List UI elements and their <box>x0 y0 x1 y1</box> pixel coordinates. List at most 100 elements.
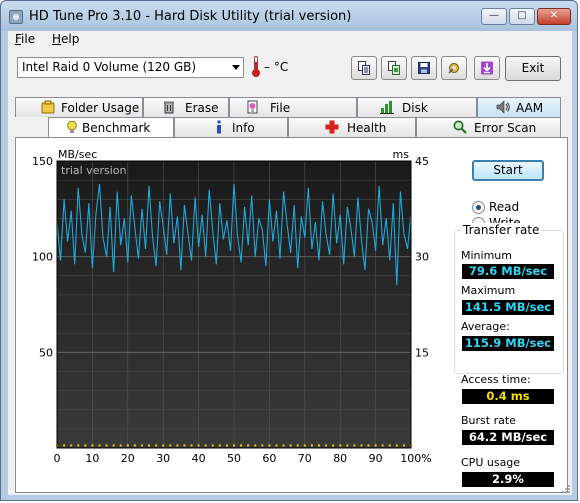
x-tick-label: 60 <box>262 452 276 465</box>
access-time-point <box>261 444 264 447</box>
access-time-point <box>360 444 363 447</box>
save-button[interactable] <box>411 56 437 80</box>
download-arrow-icon <box>481 61 493 75</box>
access-time-point <box>296 444 299 447</box>
access-time-point <box>77 444 80 447</box>
access-time-point <box>133 444 136 447</box>
access-time-point <box>105 444 108 447</box>
trash-icon <box>164 101 174 114</box>
health-cross-icon <box>325 120 339 134</box>
access-time-point <box>112 444 115 447</box>
access-time-point <box>268 444 271 447</box>
access-time-point <box>98 444 101 447</box>
access-time-point <box>402 444 405 447</box>
menu-help-label: elp <box>61 32 80 46</box>
tab-label: AAM <box>516 101 544 115</box>
tab-label: Erase <box>185 101 219 115</box>
hdtune-app-icon <box>9 10 23 24</box>
access-time-value: 0.4 ms <box>462 389 554 404</box>
access-time-point <box>339 444 342 447</box>
read-radio[interactable] <box>472 201 485 214</box>
access-time-point <box>183 444 186 447</box>
exit-button[interactable]: Exit <box>505 56 561 81</box>
minimize-button[interactable]: — <box>481 8 507 25</box>
average-label: Average: <box>461 320 510 333</box>
access-time-point <box>225 444 228 447</box>
copy-info-button[interactable] <box>351 56 377 80</box>
app-window: HD Tune Pro 3.10 - Hard Disk Utility (tr… <box>0 0 578 501</box>
access-time-point <box>84 444 87 447</box>
resize-grip-icon[interactable] <box>561 484 571 494</box>
y2-tick-label: 45 <box>415 155 429 168</box>
cpu-usage-label: CPU usage <box>461 456 521 469</box>
copy-screenshot-button[interactable] <box>381 56 407 80</box>
menu-help-accel: H <box>52 32 62 46</box>
x-tick-label: 90 <box>369 452 383 465</box>
access-time-point <box>119 444 122 447</box>
x-tick-label: 40 <box>192 452 206 465</box>
info-icon <box>217 120 221 134</box>
read-label: Read <box>489 200 520 214</box>
access-time-point <box>374 444 377 447</box>
thermometer-icon <box>252 56 260 78</box>
access-time-point <box>332 444 335 447</box>
tab-label: Benchmark <box>82 121 151 135</box>
benchmark-chart: 0 10 20 30 40 50 60 70 80 90 100% 150 100 50 45 30 15 MB/… <box>32 148 432 465</box>
options-button[interactable] <box>441 56 467 80</box>
access-time-point <box>218 444 221 447</box>
y-tick-label: 50 <box>39 346 53 359</box>
menu-file-label: ile <box>21 32 36 46</box>
drive-select[interactable]: Intel Raid 0 Volume (120 GB) <box>17 57 244 78</box>
tab-info[interactable]: Info <box>174 117 288 137</box>
minimum-label: Minimum <box>461 249 512 262</box>
start-button[interactable]: Start <box>472 160 544 181</box>
trial-watermark: trial version <box>61 164 127 177</box>
access-time-point <box>91 444 94 447</box>
access-time-label: Access time: <box>461 373 531 386</box>
y2-tick-label: 30 <box>415 251 429 264</box>
access-time-point <box>317 444 320 447</box>
access-time-point <box>346 444 349 447</box>
access-time-point <box>367 444 370 447</box>
minimum-value: 79.6 MB/sec <box>462 264 554 279</box>
temperature-readout: – °C <box>264 60 289 74</box>
access-time-point <box>155 444 158 447</box>
tab-disk-monitor[interactable]: Disk monitor <box>357 97 477 133</box>
magnifier-icon <box>453 120 467 134</box>
maximize-button[interactable]: □ <box>509 8 535 25</box>
y-tick-label: 150 <box>32 155 53 168</box>
tab-label: Info <box>232 121 255 135</box>
close-button[interactable]: ✕ <box>537 8 571 25</box>
x-tick-label: 70 <box>298 452 312 465</box>
access-time-point <box>148 444 151 447</box>
access-time-point <box>381 444 384 447</box>
title-bar[interactable]: HD Tune Pro 3.10 - Hard Disk Utility (tr… <box>1 1 577 31</box>
access-time-point <box>233 444 235 447</box>
access-time-point <box>395 444 398 447</box>
tab-label: Error Scan <box>474 121 537 135</box>
tab-error-scan[interactable]: Error Scan <box>416 117 561 137</box>
tab-erase[interactable]: Erase <box>143 97 229 117</box>
tab-folder-usage[interactable]: Folder Usage <box>15 97 143 117</box>
access-time-point <box>325 444 328 447</box>
tab-aam[interactable]: AAM <box>477 97 561 117</box>
menu-help[interactable]: Help <box>52 32 79 46</box>
speaker-icon <box>496 100 510 114</box>
tab-health[interactable]: Health <box>288 117 416 137</box>
access-time-point <box>353 444 356 447</box>
access-time-point <box>169 444 172 447</box>
file-benchmark-icon <box>247 100 258 114</box>
copy-icon <box>358 61 370 75</box>
access-time-point <box>63 444 66 447</box>
download-button[interactable] <box>474 56 500 80</box>
window-title: HD Tune Pro 3.10 - Hard Disk Utility (tr… <box>29 9 352 24</box>
tab-file-benchmark[interactable]: File Benchmark <box>229 97 357 133</box>
access-time-point <box>388 444 391 447</box>
x-tick-label: 20 <box>121 452 135 465</box>
y2-tick-label: 15 <box>415 346 429 359</box>
menu-file[interactable]: File <box>15 32 35 46</box>
x-tick-label: 80 <box>333 452 347 465</box>
x-tick-label: 100% <box>400 452 431 465</box>
lightbulb-icon <box>67 120 77 133</box>
tab-benchmark[interactable]: Benchmark <box>48 117 174 138</box>
